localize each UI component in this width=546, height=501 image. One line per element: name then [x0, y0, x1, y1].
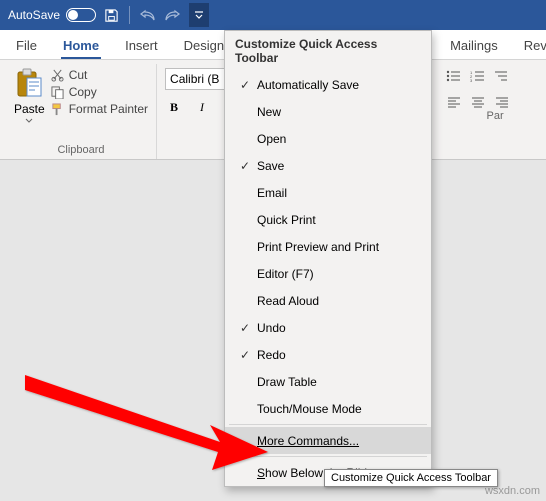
- menu-item[interactable]: ✓Redo: [225, 341, 431, 368]
- cut-label: Cut: [69, 68, 88, 82]
- copy-icon: [51, 85, 65, 99]
- align-center-icon[interactable]: [469, 94, 487, 110]
- bullets-icon[interactable]: [445, 68, 463, 84]
- cut-icon: [51, 68, 65, 82]
- svg-text:3: 3: [470, 78, 473, 82]
- undo-icon[interactable]: [139, 6, 157, 24]
- menu-item-label: Redo: [255, 348, 431, 362]
- format-painter-icon: [51, 102, 65, 116]
- check-icon: ✓: [235, 78, 255, 92]
- menu-item-label: Touch/Mouse Mode: [255, 402, 431, 416]
- check-icon: ✓: [235, 159, 255, 173]
- paste-button[interactable]: Paste: [14, 64, 45, 123]
- chevron-down-icon: [25, 118, 33, 123]
- tab-insert[interactable]: Insert: [123, 34, 160, 59]
- menu-item-label: Automatically Save: [255, 78, 431, 92]
- save-icon[interactable]: [102, 6, 120, 24]
- bold-button[interactable]: B: [165, 98, 183, 116]
- menu-item-label: Editor (F7): [255, 267, 431, 281]
- menu-item-label: Undo: [255, 321, 431, 335]
- tooltip: Customize Quick Access Toolbar: [324, 469, 498, 487]
- align-right-icon[interactable]: [493, 94, 511, 110]
- menu-item[interactable]: New: [225, 98, 431, 125]
- menu-item-label: Save: [255, 159, 431, 173]
- numbering-icon[interactable]: 123: [469, 68, 487, 84]
- menu-item-label: More Commands...: [255, 434, 431, 448]
- menu-item[interactable]: ✓Automatically Save: [225, 71, 431, 98]
- paragraph-group-label: Par: [452, 110, 503, 122]
- format-painter-button[interactable]: Format Painter: [51, 102, 148, 116]
- tab-review[interactable]: Review: [522, 34, 546, 59]
- multilevel-icon[interactable]: [493, 68, 511, 84]
- align-left-icon[interactable]: [445, 94, 463, 110]
- paste-icon: [15, 68, 43, 100]
- annotation-arrow: [20, 370, 270, 480]
- menu-item-label: Email: [255, 186, 431, 200]
- qat-customize-dropdown-button[interactable]: [189, 3, 209, 27]
- menu-item-label: Read Aloud: [255, 294, 431, 308]
- autosave-label: AutoSave: [8, 8, 60, 22]
- menu-item[interactable]: Email: [225, 179, 431, 206]
- font-group-label: [201, 116, 204, 133]
- check-icon: ✓: [235, 321, 255, 335]
- paragraph-group: 123 Par: [437, 64, 519, 159]
- paste-label: Paste: [14, 102, 45, 116]
- format-painter-label: Format Painter: [69, 102, 148, 116]
- menu-item[interactable]: Print Preview and Print: [225, 233, 431, 260]
- qat-separator: [129, 6, 130, 24]
- tab-home[interactable]: Home: [61, 34, 101, 59]
- copy-label: Copy: [69, 85, 97, 99]
- tab-file[interactable]: File: [14, 34, 39, 59]
- tab-mailings[interactable]: Mailings: [448, 34, 500, 59]
- menu-item[interactable]: Open: [225, 125, 431, 152]
- menu-item-label: Open: [255, 132, 431, 146]
- menu-item-label: Print Preview and Print: [255, 240, 431, 254]
- menu-item-label: New: [255, 105, 431, 119]
- clipboard-group: Paste Cut Copy: [6, 64, 157, 159]
- italic-button[interactable]: I: [193, 98, 211, 116]
- tab-design[interactable]: Design: [182, 34, 226, 59]
- qat-menu-title: Customize Quick Access Toolbar: [225, 31, 431, 71]
- menu-item-label: Quick Print: [255, 213, 431, 227]
- check-icon: ✓: [235, 348, 255, 362]
- redo-icon[interactable]: [163, 6, 181, 24]
- clipboard-group-label: Clipboard: [57, 142, 104, 159]
- cut-button[interactable]: Cut: [51, 68, 148, 82]
- autosave-toggle[interactable]: [66, 8, 96, 22]
- copy-button[interactable]: Copy: [51, 85, 148, 99]
- menu-item[interactable]: Quick Print: [225, 206, 431, 233]
- menu-item[interactable]: ✓Undo: [225, 314, 431, 341]
- menu-item[interactable]: ✓Save: [225, 152, 431, 179]
- menu-item-label: Draw Table: [255, 375, 431, 389]
- font-name-combo[interactable]: Calibri (B: [165, 68, 233, 90]
- menu-item[interactable]: Editor (F7): [225, 260, 431, 287]
- title-bar: AutoSave: [0, 0, 546, 30]
- menu-item[interactable]: Read Aloud: [225, 287, 431, 314]
